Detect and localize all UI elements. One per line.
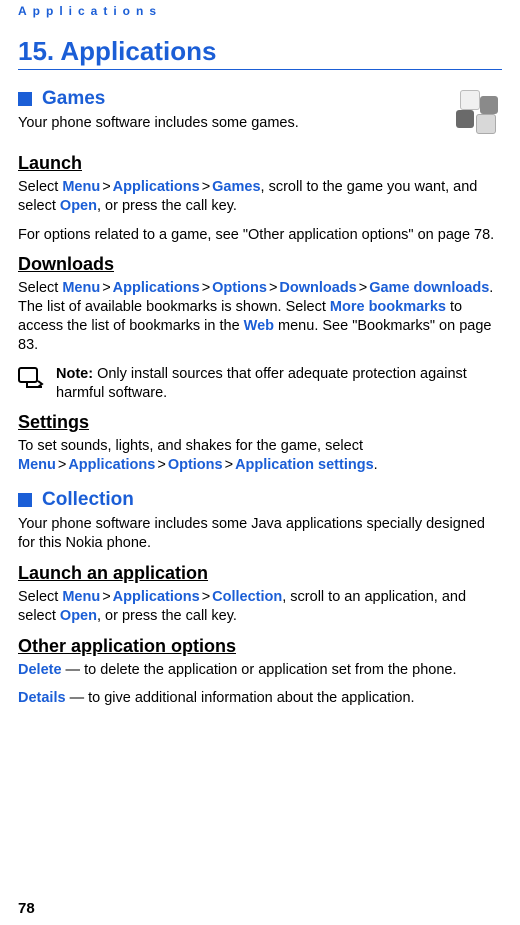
open-kw: Open — [60, 608, 97, 624]
gt-icon: > — [357, 280, 369, 296]
text: , or press the call key. — [97, 198, 237, 214]
open-kw: Open — [60, 198, 97, 214]
sub-heading-downloads: Downloads — [18, 254, 502, 275]
chapter-title: 15. Applications — [18, 36, 502, 67]
sub-heading-launch-app: Launch an application — [18, 563, 502, 584]
text: . — [374, 457, 378, 473]
sub-heading-other-options: Other application options — [18, 636, 502, 657]
text: — to give additional information about t… — [66, 690, 415, 706]
section-bullet-icon — [18, 493, 32, 507]
options-kw: Options — [168, 457, 223, 473]
note-block: Note: Only install sources that offer ad… — [18, 365, 502, 403]
downloads-paragraph: Select Menu>Applications>Options>Downloa… — [18, 279, 502, 354]
details-line: Details — to give additional information… — [18, 689, 502, 708]
gt-icon: > — [100, 179, 112, 195]
delete-kw: Delete — [18, 662, 62, 678]
page-number: 78 — [18, 900, 35, 917]
more-bookmarks-kw: More bookmarks — [330, 299, 446, 315]
options-kw: Options — [212, 280, 267, 296]
games-intro: Your phone software includes some games. — [18, 114, 502, 133]
text: Select — [18, 280, 62, 296]
launch-app-paragraph: Select Menu>Applications>Collection, scr… — [18, 588, 502, 626]
gt-icon: > — [267, 280, 279, 296]
text: , or press the call key. — [97, 608, 237, 624]
section-bullet-icon — [18, 92, 32, 106]
applications-kw: Applications — [113, 280, 200, 296]
note-icon — [18, 365, 46, 394]
text: To set sounds, lights, and shakes for th… — [18, 438, 363, 454]
gt-icon: > — [200, 589, 212, 605]
text: — to delete the application or applicati… — [62, 662, 457, 678]
menu-kw: Menu — [18, 457, 56, 473]
games-kw: Games — [212, 179, 260, 195]
gt-icon: > — [223, 457, 235, 473]
sub-heading-settings: Settings — [18, 412, 502, 433]
collection-intro: Your phone software includes some Java a… — [18, 515, 502, 553]
gt-icon: > — [200, 179, 212, 195]
menu-kw: Menu — [62, 280, 100, 296]
chapter-rule — [18, 69, 502, 70]
applications-kw: Applications — [68, 457, 155, 473]
downloads-kw: Downloads — [279, 280, 356, 296]
text: Select — [18, 589, 62, 605]
collection-kw: Collection — [212, 589, 282, 605]
sub-heading-launch: Launch — [18, 153, 502, 174]
gt-icon: > — [100, 589, 112, 605]
game-downloads-kw: Game downloads — [369, 280, 489, 296]
gt-icon: > — [155, 457, 167, 473]
details-kw: Details — [18, 690, 66, 706]
delete-line: Delete — to delete the application or ap… — [18, 661, 502, 680]
applications-kw: Applications — [113, 179, 200, 195]
gt-icon: > — [200, 280, 212, 296]
settings-paragraph: To set sounds, lights, and shakes for th… — [18, 437, 502, 475]
see-other-options: For options related to a game, see "Othe… — [18, 226, 502, 245]
section-heading-games: Games — [42, 88, 105, 110]
application-settings-kw: Application settings — [235, 457, 374, 473]
note-body: Only install sources that offer adequate… — [56, 366, 467, 401]
gt-icon: > — [56, 457, 68, 473]
launch-paragraph: Select Menu>Applications>Games, scroll t… — [18, 178, 502, 216]
note-label: Note: — [56, 366, 93, 382]
section-heading-collection: Collection — [42, 489, 134, 511]
gt-icon: > — [100, 280, 112, 296]
web-kw: Web — [244, 318, 274, 334]
applications-kw: Applications — [113, 589, 200, 605]
menu-kw: Menu — [62, 179, 100, 195]
games-image — [454, 88, 502, 136]
running-header: Applications — [18, 0, 502, 18]
note-text: Note: Only install sources that offer ad… — [56, 365, 502, 403]
menu-kw: Menu — [62, 589, 100, 605]
text: Select — [18, 179, 62, 195]
